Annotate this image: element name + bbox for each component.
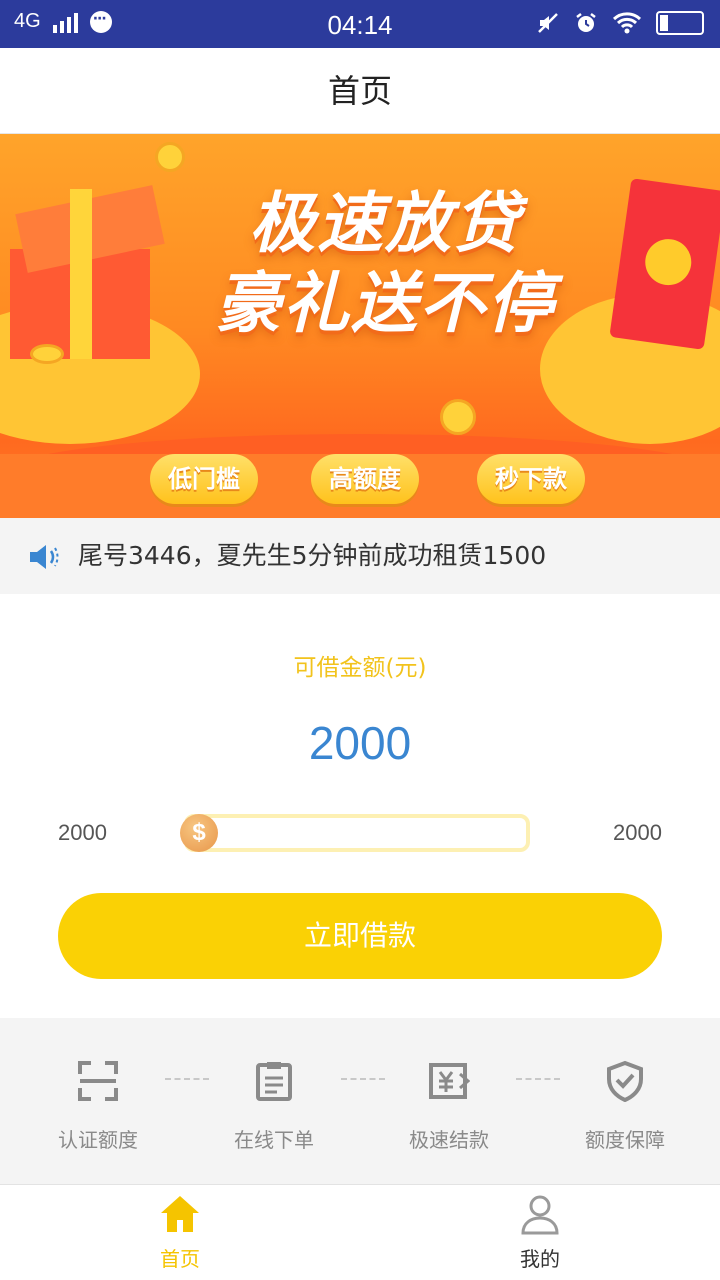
step-label: 额度保障 bbox=[585, 1128, 665, 1152]
scan-icon bbox=[78, 1061, 118, 1101]
tab-mine-label: 我的 bbox=[520, 1247, 560, 1271]
notice-bar: 尾号3446，夏先生5分钟前成功租赁1500 bbox=[0, 518, 720, 594]
shield-check-icon bbox=[607, 1060, 643, 1102]
yen-card-icon bbox=[429, 1063, 470, 1099]
amount-slider-handle[interactable]: $ bbox=[180, 814, 218, 852]
mute-icon bbox=[538, 13, 558, 33]
amount-value: 2000 bbox=[308, 717, 412, 769]
tab-home[interactable]: 首页 bbox=[120, 1193, 240, 1272]
step-guarantee: 额度保障 bbox=[555, 1060, 695, 1153]
red-envelope-illustration bbox=[609, 178, 720, 350]
wifi-icon bbox=[612, 12, 642, 34]
bottom-tab-bar: 首页 我的 bbox=[0, 1184, 720, 1280]
page-header: 首页 bbox=[0, 48, 720, 134]
alarm-icon bbox=[576, 13, 596, 32]
coin-illustration bbox=[440, 399, 476, 435]
notice-text: 尾号3446，夏先生5分钟前成功租赁1500 bbox=[78, 541, 547, 570]
amount-slider-track[interactable] bbox=[184, 814, 530, 852]
step-label: 极速结款 bbox=[409, 1128, 489, 1152]
banner-headline-line1: 极速放贷 bbox=[249, 185, 521, 262]
step-label: 在线下单 bbox=[234, 1128, 314, 1152]
step-label: 认证额度 bbox=[58, 1128, 138, 1152]
coin-illustration bbox=[155, 142, 185, 172]
battery-icon bbox=[656, 11, 704, 35]
clipboard-icon bbox=[256, 1062, 292, 1101]
banner-headline: 极速放贷 豪礼送不停 bbox=[200, 184, 570, 344]
banner-headline-line2: 豪礼送不停 bbox=[215, 265, 555, 342]
speaker-icon bbox=[30, 545, 59, 569]
home-icon bbox=[161, 1196, 199, 1232]
step-connector bbox=[516, 1078, 560, 1080]
banner-tag-high-limit: 高额度 bbox=[311, 454, 419, 504]
page-title: 首页 bbox=[327, 72, 392, 110]
banner-tag-low-threshold: 低门槛 bbox=[150, 454, 258, 504]
step-order: 在线下单 bbox=[204, 1060, 344, 1153]
promo-banner[interactable]: 极速放贷 豪礼送不停 低门槛 高额度 秒下款 bbox=[0, 134, 720, 518]
amount-label: 可借金额(元) bbox=[293, 655, 427, 681]
process-steps: 认证额度 在线下单 极速结款 额度保障 bbox=[0, 1018, 720, 1184]
tab-mine[interactable]: 我的 bbox=[480, 1193, 600, 1272]
step-connector bbox=[165, 1078, 209, 1080]
borrow-now-button[interactable]: 立即借款 bbox=[58, 893, 662, 979]
user-icon bbox=[521, 1195, 559, 1235]
gift-box-illustration bbox=[10, 185, 165, 359]
range-min-label: 2000 bbox=[58, 820, 107, 845]
status-bar: 4G 04:14 bbox=[0, 0, 720, 48]
coin-illustration bbox=[30, 344, 64, 364]
step-verify: 认证额度 bbox=[28, 1060, 168, 1153]
tab-home-label: 首页 bbox=[160, 1247, 200, 1271]
range-max-label: 2000 bbox=[613, 820, 662, 845]
step-payout: 极速结款 bbox=[379, 1060, 519, 1153]
banner-tag-fast-payout: 秒下款 bbox=[477, 454, 585, 504]
status-right bbox=[536, 11, 704, 35]
